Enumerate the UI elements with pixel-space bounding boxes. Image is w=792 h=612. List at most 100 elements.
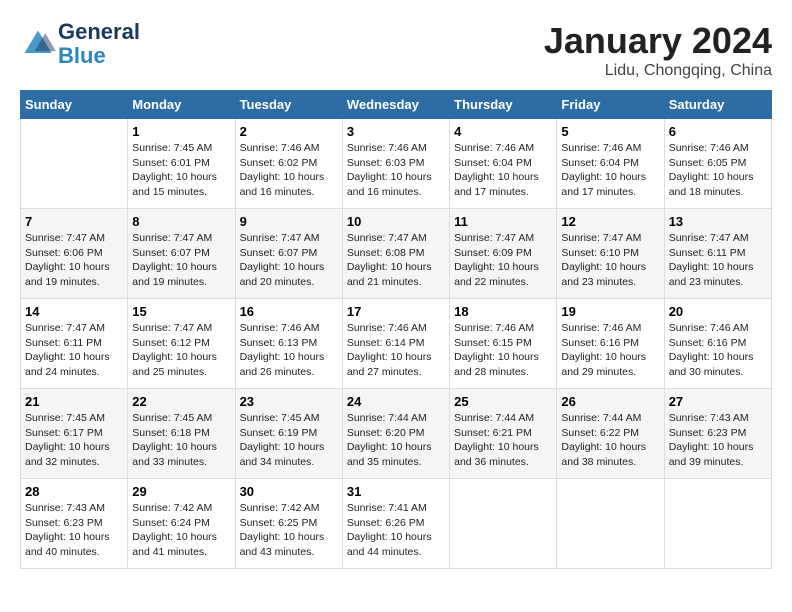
calendar-cell: 9 Sunrise: 7:47 AM Sunset: 6:07 PM Daylig…: [235, 209, 342, 299]
cell-content: Sunrise: 7:46 AM Sunset: 6:13 PM Dayligh…: [240, 321, 338, 380]
calendar-cell: 31 Sunrise: 7:41 AM Sunset: 6:26 PM Dayli…: [342, 479, 449, 569]
title-area: January 2024 Lidu, Chongqing, China: [544, 20, 772, 80]
calendar-week-row: 21 Sunrise: 7:45 AM Sunset: 6:17 PM Dayli…: [21, 389, 772, 479]
calendar-cell: [557, 479, 664, 569]
cell-content: Sunrise: 7:43 AM Sunset: 6:23 PM Dayligh…: [669, 411, 767, 470]
calendar-cell: 29 Sunrise: 7:42 AM Sunset: 6:24 PM Dayli…: [128, 479, 235, 569]
cell-content: Sunrise: 7:46 AM Sunset: 6:16 PM Dayligh…: [561, 321, 659, 380]
cell-content: Sunrise: 7:44 AM Sunset: 6:21 PM Dayligh…: [454, 411, 552, 470]
day-number: 6: [669, 124, 767, 139]
cell-content: Sunrise: 7:47 AM Sunset: 6:07 PM Dayligh…: [240, 231, 338, 290]
calendar-week-row: 28 Sunrise: 7:43 AM Sunset: 6:23 PM Dayli…: [21, 479, 772, 569]
header-day-thursday: Thursday: [450, 91, 557, 119]
calendar-cell: 4Sunrise: 7:46 AM Sunset: 6:04 PM Daylig…: [450, 119, 557, 209]
header-day-wednesday: Wednesday: [342, 91, 449, 119]
day-number: 28: [25, 484, 123, 499]
cell-content: Sunrise: 7:46 AM Sunset: 6:05 PM Dayligh…: [669, 141, 767, 200]
calendar-cell: 11Sunrise: 7:47 AM Sunset: 6:09 PM Dayli…: [450, 209, 557, 299]
day-number: 20: [669, 304, 767, 319]
calendar-cell: [450, 479, 557, 569]
calendar-cell: [664, 479, 771, 569]
cell-content: Sunrise: 7:45 AM Sunset: 6:17 PM Dayligh…: [25, 411, 123, 470]
header-day-friday: Friday: [557, 91, 664, 119]
calendar-week-row: 7 Sunrise: 7:47 AM Sunset: 6:06 PM Daylig…: [21, 209, 772, 299]
calendar-cell: 8 Sunrise: 7:47 AM Sunset: 6:07 PM Daylig…: [128, 209, 235, 299]
cell-content: Sunrise: 7:45 AM Sunset: 6:18 PM Dayligh…: [132, 411, 230, 470]
logo-blue-text: Blue: [58, 43, 106, 68]
day-number: 19: [561, 304, 659, 319]
cell-content: Sunrise: 7:47 AM Sunset: 6:12 PM Dayligh…: [132, 321, 230, 380]
day-number: 11: [454, 214, 552, 229]
day-number: 9: [240, 214, 338, 229]
logo: General Blue: [20, 20, 140, 68]
calendar-cell: 18 Sunrise: 7:46 AM Sunset: 6:15 PM Dayli…: [450, 299, 557, 389]
calendar-subtitle: Lidu, Chongqing, China: [544, 62, 772, 80]
calendar-week-row: 1 Sunrise: 7:45 AM Sunset: 6:01 PM Daylig…: [21, 119, 772, 209]
calendar-cell: 12Sunrise: 7:47 AM Sunset: 6:10 PM Dayli…: [557, 209, 664, 299]
cell-content: Sunrise: 7:42 AM Sunset: 6:25 PM Dayligh…: [240, 501, 338, 560]
cell-content: Sunrise: 7:45 AM Sunset: 6:01 PM Dayligh…: [132, 141, 230, 200]
calendar-cell: 16 Sunrise: 7:46 AM Sunset: 6:13 PM Dayli…: [235, 299, 342, 389]
day-number: 7: [25, 214, 123, 229]
calendar-cell: 19 Sunrise: 7:46 AM Sunset: 6:16 PM Dayli…: [557, 299, 664, 389]
calendar-title: January 2024: [544, 20, 772, 62]
cell-content: Sunrise: 7:41 AM Sunset: 6:26 PM Dayligh…: [347, 501, 445, 560]
header-day-monday: Monday: [128, 91, 235, 119]
calendar-cell: 6 Sunrise: 7:46 AM Sunset: 6:05 PM Daylig…: [664, 119, 771, 209]
day-number: 30: [240, 484, 338, 499]
calendar-cell: 26 Sunrise: 7:44 AM Sunset: 6:22 PM Dayli…: [557, 389, 664, 479]
day-number: 17: [347, 304, 445, 319]
day-number: 26: [561, 394, 659, 409]
calendar-cell: 25 Sunrise: 7:44 AM Sunset: 6:21 PM Dayli…: [450, 389, 557, 479]
header: General Blue January 2024 Lidu, Chongqin…: [20, 20, 772, 80]
calendar-cell: 2 Sunrise: 7:46 AM Sunset: 6:02 PM Daylig…: [235, 119, 342, 209]
calendar-cell: 28 Sunrise: 7:43 AM Sunset: 6:23 PM Dayli…: [21, 479, 128, 569]
day-number: 16: [240, 304, 338, 319]
cell-content: Sunrise: 7:47 AM Sunset: 6:10 PM Dayligh…: [561, 231, 659, 290]
header-day-tuesday: Tuesday: [235, 91, 342, 119]
header-day-saturday: Saturday: [664, 91, 771, 119]
cell-content: Sunrise: 7:47 AM Sunset: 6:07 PM Dayligh…: [132, 231, 230, 290]
day-number: 13: [669, 214, 767, 229]
cell-content: Sunrise: 7:46 AM Sunset: 6:15 PM Dayligh…: [454, 321, 552, 380]
day-number: 1: [132, 124, 230, 139]
calendar-cell: 15 Sunrise: 7:47 AM Sunset: 6:12 PM Dayli…: [128, 299, 235, 389]
day-number: 14: [25, 304, 123, 319]
calendar-header: SundayMondayTuesdayWednesdayThursdayFrid…: [21, 91, 772, 119]
cell-content: Sunrise: 7:46 AM Sunset: 6:16 PM Dayligh…: [669, 321, 767, 380]
calendar-cell: 5Sunrise: 7:46 AM Sunset: 6:04 PM Daylig…: [557, 119, 664, 209]
cell-content: Sunrise: 7:45 AM Sunset: 6:19 PM Dayligh…: [240, 411, 338, 470]
cell-content: Sunrise: 7:43 AM Sunset: 6:23 PM Dayligh…: [25, 501, 123, 560]
calendar-table: SundayMondayTuesdayWednesdayThursdayFrid…: [20, 90, 772, 569]
calendar-cell: 23Sunrise: 7:45 AM Sunset: 6:19 PM Dayli…: [235, 389, 342, 479]
cell-content: Sunrise: 7:46 AM Sunset: 6:04 PM Dayligh…: [561, 141, 659, 200]
day-number: 25: [454, 394, 552, 409]
calendar-week-row: 14Sunrise: 7:47 AM Sunset: 6:11 PM Dayli…: [21, 299, 772, 389]
cell-content: Sunrise: 7:44 AM Sunset: 6:20 PM Dayligh…: [347, 411, 445, 470]
calendar-cell: 22 Sunrise: 7:45 AM Sunset: 6:18 PM Dayli…: [128, 389, 235, 479]
day-number: 8: [132, 214, 230, 229]
calendar-cell: 7 Sunrise: 7:47 AM Sunset: 6:06 PM Daylig…: [21, 209, 128, 299]
calendar-cell: 17Sunrise: 7:46 AM Sunset: 6:14 PM Dayli…: [342, 299, 449, 389]
day-number: 27: [669, 394, 767, 409]
calendar-cell: [21, 119, 128, 209]
calendar-cell: 24Sunrise: 7:44 AM Sunset: 6:20 PM Dayli…: [342, 389, 449, 479]
cell-content: Sunrise: 7:42 AM Sunset: 6:24 PM Dayligh…: [132, 501, 230, 560]
cell-content: Sunrise: 7:44 AM Sunset: 6:22 PM Dayligh…: [561, 411, 659, 470]
header-day-sunday: Sunday: [21, 91, 128, 119]
day-number: 22: [132, 394, 230, 409]
cell-content: Sunrise: 7:46 AM Sunset: 6:02 PM Dayligh…: [240, 141, 338, 200]
calendar-cell: 1 Sunrise: 7:45 AM Sunset: 6:01 PM Daylig…: [128, 119, 235, 209]
cell-content: Sunrise: 7:47 AM Sunset: 6:08 PM Dayligh…: [347, 231, 445, 290]
day-number: 29: [132, 484, 230, 499]
day-number: 15: [132, 304, 230, 319]
day-number: 31: [347, 484, 445, 499]
calendar-cell: 20 Sunrise: 7:46 AM Sunset: 6:16 PM Dayli…: [664, 299, 771, 389]
logo-general-text: General: [58, 19, 140, 44]
calendar-cell: 21 Sunrise: 7:45 AM Sunset: 6:17 PM Dayli…: [21, 389, 128, 479]
day-number: 2: [240, 124, 338, 139]
cell-content: Sunrise: 7:47 AM Sunset: 6:06 PM Dayligh…: [25, 231, 123, 290]
day-number: 18: [454, 304, 552, 319]
day-number: 21: [25, 394, 123, 409]
calendar-cell: 30 Sunrise: 7:42 AM Sunset: 6:25 PM Dayli…: [235, 479, 342, 569]
